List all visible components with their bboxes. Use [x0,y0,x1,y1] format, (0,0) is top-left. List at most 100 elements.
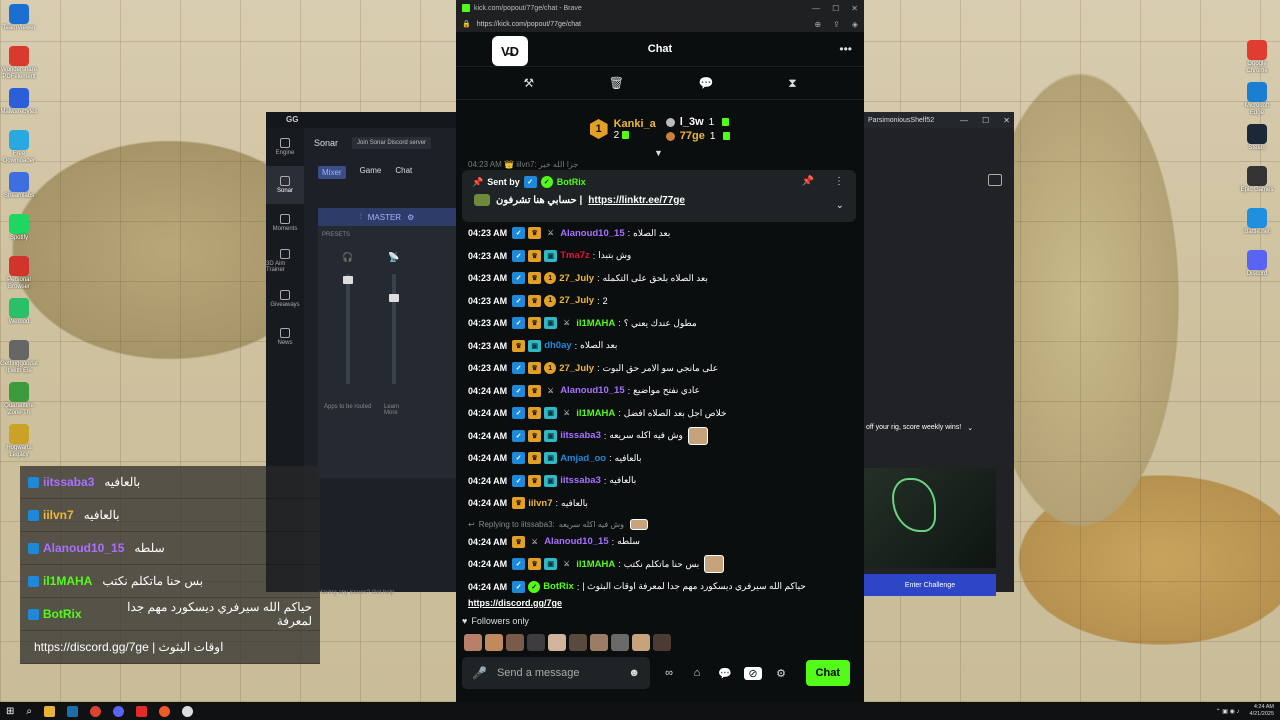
browser-tab[interactable]: kick.com/popout/77ge/chat - Brave — ☐ ✕ [456,0,864,16]
desktop-shortcut[interactable]: Malwarebytes [0,88,38,116]
collapse-leaderboard-icon[interactable]: ▼ [654,148,663,158]
clock[interactable]: 4:24 AM 4/21/2025 [1250,704,1274,718]
learn-more-link[interactable]: Learn More [384,404,414,416]
message-username[interactable]: il1MAHA [576,559,615,570]
message-username[interactable]: Alanoud10_15 [544,536,608,547]
tray-icons[interactable]: ⌃ ▣ ◉ ♪ [1216,708,1240,715]
hourglass-icon[interactable]: ⧗ [788,76,796,91]
steam-icon[interactable] [67,705,78,717]
emote-thumbnail-icon[interactable] [506,634,524,651]
desktop-shortcut[interactable]: Discord [1238,250,1276,278]
settings-gear-icon[interactable]: ⚙ [772,667,790,680]
minimize-icon[interactable]: — [812,4,820,13]
master-slider-knob[interactable] [343,276,353,284]
gg-sidebar-item[interactable]: News [266,318,304,356]
minimize-icon[interactable]: — [960,116,968,125]
message-username[interactable]: 27_July [559,295,594,306]
desktop-shortcut[interactable]: Gettinggoodat it with Ele [0,340,38,375]
message-username[interactable]: il1MAHA [576,408,615,419]
gear-icon[interactable]: ⚙ [407,213,414,222]
master-slider[interactable] [343,274,353,384]
file-explorer-icon[interactable] [44,705,55,717]
leaderboard-first-name[interactable]: Kanki_a [614,118,656,130]
gg-sidebar-item[interactable]: Moments [266,204,304,242]
desktop-shortcut[interactable]: Spotify [0,214,38,242]
desktop-shortcut[interactable]: Google Chrome [1238,40,1276,75]
brave-icon[interactable] [159,705,170,717]
expand-pinned-icon[interactable]: ⌄ [836,200,844,211]
gg-sidebar-item[interactable]: Engine [266,128,304,166]
channel-logo[interactable]: V̶D [492,36,528,66]
stream-slider[interactable] [389,274,399,384]
windows-start-icon[interactable]: ⊞ [6,706,14,717]
message-username[interactable]: iilvn7 [528,498,552,509]
emoji-icon[interactable]: ☻ [628,667,640,679]
chat-bubble-icon[interactable]: 💬 [699,76,714,90]
gg-sidebar-item[interactable]: 3D Aim Trainer [266,242,304,280]
emote-thumbnail-icon[interactable] [569,634,587,651]
leaderboard-second-name[interactable]: l_3w [680,116,704,128]
mute-icon[interactable]: ⊘ [744,666,762,680]
enter-challenge-button[interactable]: Enter Challenge [864,574,996,596]
close-icon[interactable]: ✕ [851,4,858,13]
leaderboard-third-name[interactable]: 77ge [680,130,705,142]
emote-thumbnail-icon[interactable] [464,634,482,651]
desktop-shortcut[interactable]: TeamViewer [0,4,38,32]
desktop-shortcut[interactable]: Steam [1238,124,1276,152]
brave-shield-icon[interactable]: ◈ [852,20,858,29]
desktop-shortcut[interactable]: Microsoft Edge [1238,82,1276,117]
store-icon[interactable]: ⌂ [688,667,706,679]
emote-thumbnail-icon[interactable] [632,634,650,651]
pinned-link[interactable]: https://linktr.ee/77ge [588,195,685,206]
desktop-shortcut[interactable]: Free Downloader [0,130,38,165]
desktop-shortcut[interactable]: Battle.net [1238,208,1276,236]
tab-chat[interactable]: Chat [395,166,412,179]
message-username[interactable]: iitssaba3 [560,430,601,441]
more-options-icon[interactable]: ••• [839,42,852,56]
message-username[interactable]: iitssaba3 [560,475,601,486]
emote-thumbnail-icon[interactable] [611,634,629,651]
maximize-icon[interactable]: ☐ [982,116,989,125]
bot-discord-link[interactable]: https://discord.gg/7ge [468,598,858,612]
emote-thumbnail-icon[interactable] [485,634,503,651]
chevron-down-icon[interactable]: ⌄ [967,424,973,432]
desktop-shortcut[interactable]: Wemod [0,298,38,326]
send-chat-button[interactable]: Chat [805,660,850,686]
pinned-more-icon[interactable]: ⋮ [834,176,844,187]
join-discord-button[interactable]: Join Sonar Discord server [352,137,432,149]
menu-icon[interactable] [988,174,1002,186]
message-username[interactable]: BotRix [543,581,574,592]
address-bar[interactable]: 🔒 https://kick.com/popout/77ge/chat ⊕ ⇪ … [456,16,864,32]
close-icon[interactable]: ✕ [1003,116,1010,125]
users-icon[interactable]: ∞ [660,667,678,679]
tab-game[interactable]: Game [360,166,382,179]
desktop-shortcut[interactable]: Personal Browser [0,256,38,291]
trash-icon[interactable]: 🗑 [609,76,624,90]
message-username[interactable]: 27_July [559,273,594,284]
tab-mixer[interactable]: Mixer [318,166,346,179]
desktop-shortcut[interactable]: Streamlabs [0,172,38,200]
gg-sidebar-item[interactable]: Sonar [266,166,304,204]
emote-thumbnail-icon[interactable] [590,634,608,651]
chat-settings-bubble-icon[interactable]: 💬 [716,667,734,680]
share-icon[interactable]: ⇪ [833,20,840,29]
emote-thumbnail-icon[interactable] [527,634,545,651]
gg-help-link[interactable]: Having any issues? Get help [318,590,394,596]
message-input[interactable]: 🎤 Send a message ☻ [462,657,650,689]
zoom-icon[interactable]: ⊕ [814,20,821,29]
stream-slider-knob[interactable] [389,294,399,302]
message-username[interactable]: il1MAHA [576,318,615,329]
message-username[interactable]: dh0ay [544,340,571,351]
gavel-icon[interactable]: ⚒ [523,76,534,90]
desktop-shortcut[interactable]: Quarantine Zone Th [0,382,38,417]
emote-thumbnail-icon[interactable] [548,634,566,651]
pinned-bot-name[interactable]: BotRix [557,177,586,187]
message-username[interactable]: Tma7z [560,250,590,261]
maximize-icon[interactable]: ☐ [832,4,839,13]
message-username[interactable]: Alanoud10_15 [560,385,624,396]
message-username[interactable]: Alanoud10_15 [560,228,624,239]
message-username[interactable]: 27_July [559,363,594,374]
unpin-icon[interactable]: 📌 [802,176,814,187]
steelseries-icon[interactable] [182,705,193,717]
desktop-shortcut[interactable]: Epic Games [1238,166,1276,194]
